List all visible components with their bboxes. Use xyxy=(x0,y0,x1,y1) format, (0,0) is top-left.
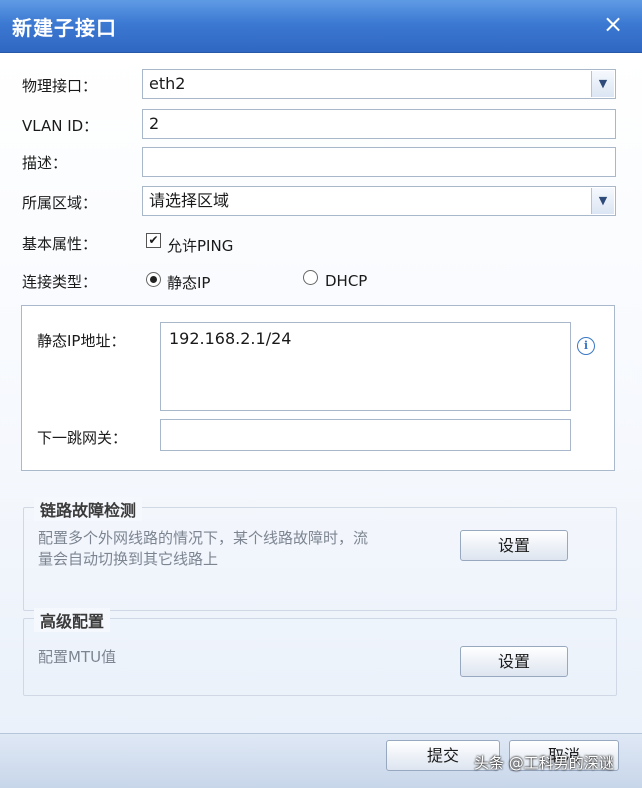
allow-ping-checkbox[interactable]: ✔ xyxy=(146,233,161,248)
gateway-input[interactable] xyxy=(160,419,571,451)
vlan-value: 2 xyxy=(149,114,160,133)
zone-select[interactable]: 请选择区域 ▼ xyxy=(142,186,616,216)
link-detect-desc-line2: 量会自动切换到其它线路上 xyxy=(38,550,219,568)
static-ip-label: 静态IP地址： xyxy=(37,332,126,350)
radio-static[interactable] xyxy=(146,272,161,287)
close-icon[interactable]: × xyxy=(600,11,626,37)
advanced-settings-button[interactable]: 设置 xyxy=(460,646,568,677)
watermark: 头条 @工科男的深谜 xyxy=(474,754,614,772)
radio-selected-dot xyxy=(150,276,157,283)
title-bar: 新建子接口 × xyxy=(0,0,642,53)
interface-label: 物理接口： xyxy=(22,77,98,95)
desc-label: 描述： xyxy=(22,154,68,172)
zone-label: 所属区域： xyxy=(22,194,98,212)
gateway-label: 下一跳网关： xyxy=(37,429,128,447)
link-detect-title: 链路故障检测 xyxy=(34,497,143,521)
static-ip-value: 192.168.2.1/24 xyxy=(169,329,292,348)
conn-label: 连接类型： xyxy=(22,273,98,291)
link-detect-settings-button[interactable]: 设置 xyxy=(460,530,568,561)
advanced-group: 高级配置 配置MTU值 设置 xyxy=(23,608,617,696)
vlan-input[interactable]: 2 xyxy=(142,109,616,139)
desc-input[interactable] xyxy=(142,147,616,177)
interface-value: eth2 xyxy=(149,74,186,93)
vlan-label: VLAN ID： xyxy=(22,117,99,135)
radio-dhcp[interactable] xyxy=(303,270,318,285)
interface-select[interactable]: eth2 ▼ xyxy=(142,69,616,99)
advanced-title: 高级配置 xyxy=(34,608,111,632)
radio-static-label: 静态IP xyxy=(167,274,211,292)
basic-label: 基本属性： xyxy=(22,235,98,253)
radio-dhcp-label: DHCP xyxy=(325,272,368,290)
info-icon[interactable]: i xyxy=(577,337,595,355)
allow-ping-label: 允许PING xyxy=(167,237,234,255)
dialog-title: 新建子接口 xyxy=(12,16,117,40)
zone-value: 请选择区域 xyxy=(149,191,230,210)
static-ip-textarea[interactable]: 192.168.2.1/24 xyxy=(160,322,571,411)
chevron-down-icon[interactable]: ▼ xyxy=(591,71,614,97)
chevron-down-icon[interactable]: ▼ xyxy=(591,188,614,214)
advanced-desc: 配置MTU值 xyxy=(38,648,117,666)
link-detect-group: 链路故障检测 配置多个外网线路的情况下，某个线路故障时，流 量会自动切换到其它线… xyxy=(23,497,617,611)
link-detect-desc-line1: 配置多个外网线路的情况下，某个线路故障时，流 xyxy=(38,529,369,547)
